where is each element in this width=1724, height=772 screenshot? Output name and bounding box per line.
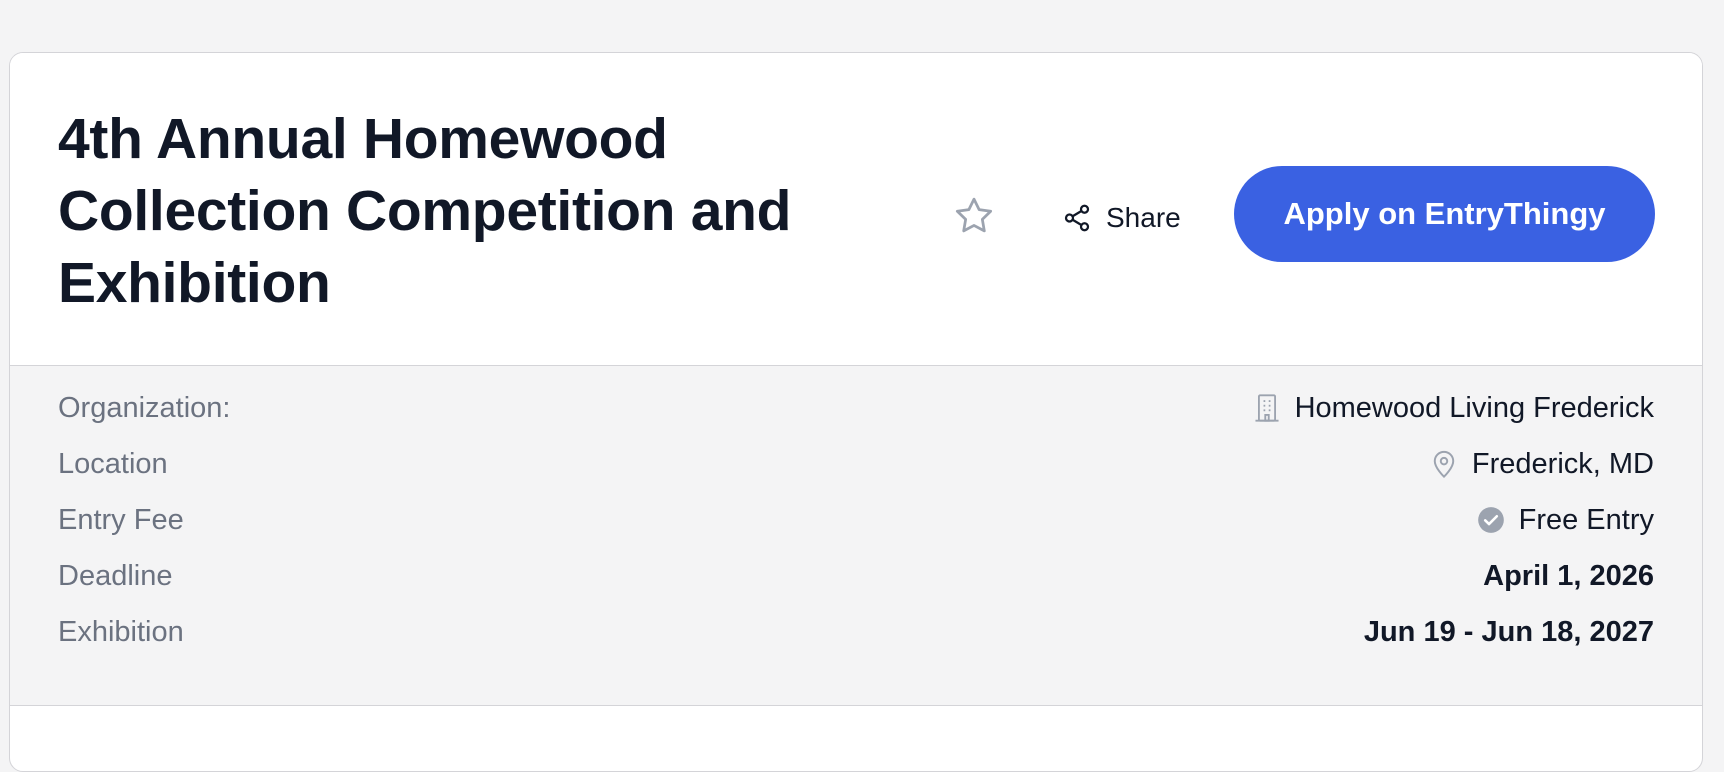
detail-row-deadline: Deadline April 1, 2026 xyxy=(58,554,1654,598)
detail-row-organization: Organization: Homewood Living Frederick xyxy=(58,386,1654,430)
deadline-label: Deadline xyxy=(58,559,173,592)
map-pin-icon xyxy=(1430,449,1458,479)
favorite-button[interactable] xyxy=(948,190,1000,242)
entry-fee-value-group: Free Entry xyxy=(1477,504,1654,537)
share-icon xyxy=(1062,203,1092,233)
event-details: Organization: Homewood Living Frederick … xyxy=(10,366,1702,706)
share-label: Share xyxy=(1106,202,1181,233)
location-value: Frederick, MD xyxy=(1471,447,1654,480)
detail-row-exhibition: Exhibition Jun 19 - Jun 18, 2027 xyxy=(58,610,1654,654)
star-icon xyxy=(952,194,996,238)
event-title: 4th Annual Homewood Collection Competiti… xyxy=(58,107,792,315)
location-label: Location xyxy=(58,447,168,480)
location-value-group: Frederick, MD xyxy=(1430,448,1654,481)
detail-row-location: Location Frederick, MD xyxy=(58,442,1654,486)
event-header: 4th Annual Homewood Collection Competiti… xyxy=(10,53,1702,366)
apply-button[interactable]: Apply on EntryThingy xyxy=(1234,166,1655,262)
organization-label: Organization: xyxy=(58,391,231,424)
check-circle-icon xyxy=(1477,506,1505,534)
share-button[interactable]: Share xyxy=(1062,193,1181,243)
building-icon xyxy=(1253,393,1281,423)
exhibition-value: Jun 19 - Jun 18, 2027 xyxy=(1363,615,1654,648)
organization-value: Homewood Living Frederick xyxy=(1294,391,1654,424)
event-card: 4th Annual Homewood Collection Competiti… xyxy=(9,52,1703,772)
exhibition-label: Exhibition xyxy=(58,615,184,648)
detail-row-entry-fee: Entry Fee Free Entry xyxy=(58,498,1654,542)
deadline-value: April 1, 2026 xyxy=(1483,559,1654,592)
entry-fee-label: Entry Fee xyxy=(58,503,184,536)
organization-value-group: Homewood Living Frederick xyxy=(1253,392,1654,425)
entry-fee-value: Free Entry xyxy=(1518,503,1654,536)
